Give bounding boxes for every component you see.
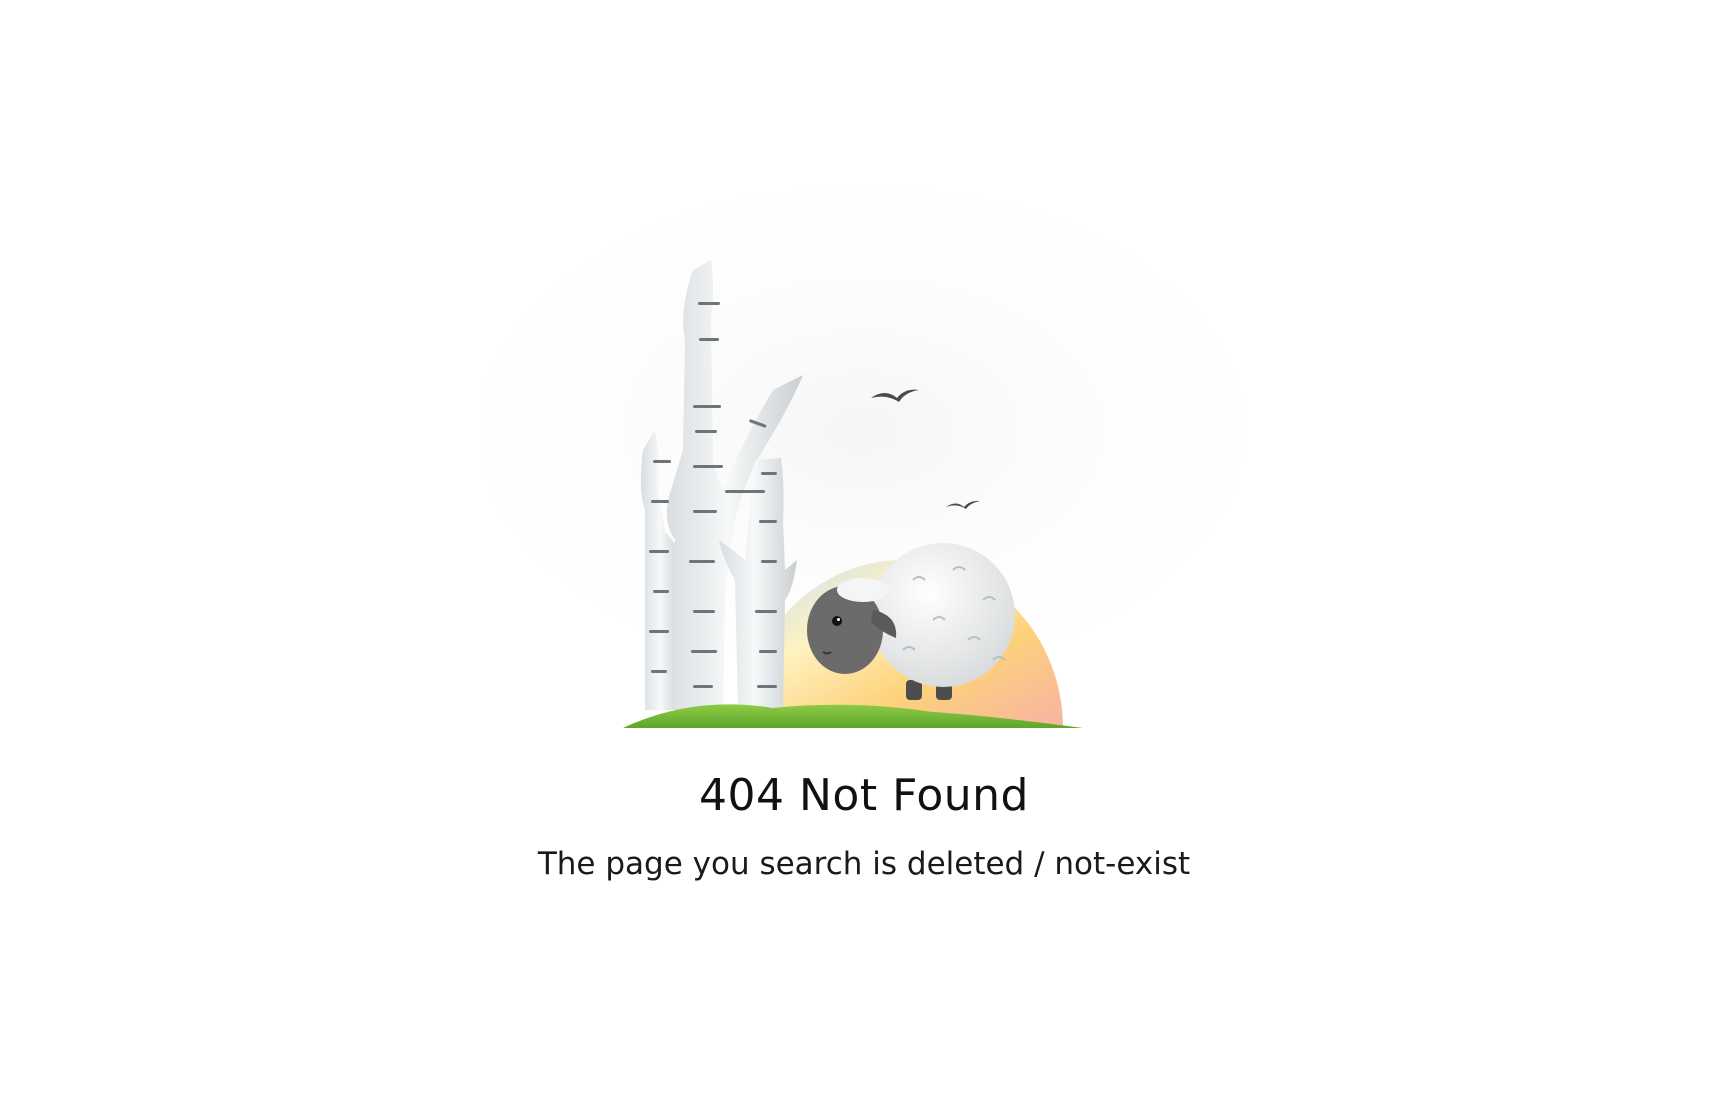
error-message: The page you search is deleted / not-exi… [537, 846, 1191, 882]
error-title: 404 Not Found [699, 770, 1029, 821]
not-found-illustration [403, 160, 1323, 728]
not-found-page: 404 Not Found The page you search is del… [0, 0, 1728, 1117]
